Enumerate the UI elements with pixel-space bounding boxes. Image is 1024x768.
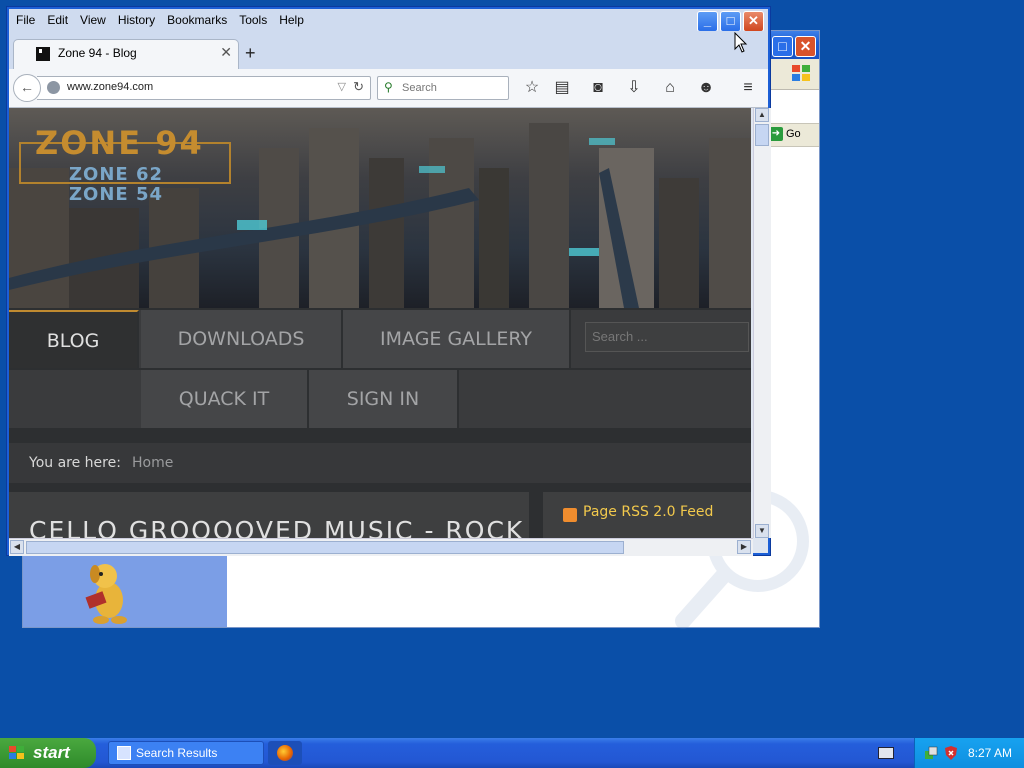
- start-button[interactable]: start: [0, 738, 96, 768]
- site-logo[interactable]: ZONE 94: [35, 124, 204, 162]
- scroll-left-arrow-icon[interactable]: ◀: [10, 540, 24, 554]
- scroll-down-arrow-icon[interactable]: ▼: [755, 524, 769, 538]
- horizontal-scroll-thumb[interactable]: [26, 541, 624, 554]
- windows-logo-icon: [792, 65, 810, 81]
- new-tab-button[interactable]: +: [245, 43, 256, 64]
- taskbar-item-label: Search Results: [136, 746, 218, 760]
- firefox-icon: [277, 745, 293, 761]
- tab-zone94-blog[interactable]: Zone 94 - Blog ✕: [13, 39, 239, 69]
- rss-icon: [563, 508, 577, 522]
- search-input[interactable]: ⚲ Search: [377, 76, 509, 100]
- close-button[interactable]: ✕: [743, 11, 764, 32]
- minimize-button[interactable]: _: [697, 11, 718, 32]
- search-engine-icon[interactable]: ⚲: [384, 80, 393, 94]
- mouse-cursor-icon: [734, 32, 748, 53]
- go-button[interactable]: ➜ Go: [769, 125, 819, 143]
- pocket-icon[interactable]: ◙: [587, 77, 609, 99]
- clock[interactable]: 8:27 AM: [968, 738, 1012, 768]
- reload-icon[interactable]: ↻: [353, 79, 364, 95]
- site-search-input[interactable]: Search ...: [585, 322, 749, 352]
- zone94-favicon-icon: [36, 47, 50, 61]
- menu-bar: File Edit View History Bookmarks Tools Help: [9, 9, 768, 31]
- site-identity-icon[interactable]: [47, 81, 60, 94]
- menu-help[interactable]: Help: [273, 9, 310, 31]
- scroll-right-arrow-icon[interactable]: ▶: [737, 540, 751, 554]
- menu-file[interactable]: File: [9, 9, 41, 31]
- menu-hamburger-icon[interactable]: ≡: [737, 77, 759, 99]
- downloads-icon[interactable]: ⇩: [623, 77, 645, 99]
- breadcrumb-label: You are here:: [29, 455, 121, 471]
- scroll-up-arrow-icon[interactable]: ▲: [755, 108, 769, 122]
- search-results-close-button[interactable]: ✕: [795, 36, 816, 57]
- logo-sub-zone54: ZONE 54: [69, 184, 164, 205]
- menu-edit[interactable]: Edit: [41, 9, 74, 31]
- rss-feed-link[interactable]: Page RSS 2.0 Feed: [583, 504, 713, 520]
- security-shield-icon[interactable]: [943, 745, 959, 761]
- menu-bookmarks[interactable]: Bookmarks: [161, 9, 233, 31]
- search-placeholder: Search: [402, 82, 437, 94]
- menu-history[interactable]: History: [112, 9, 161, 31]
- hello-icon[interactable]: ☻: [695, 77, 717, 99]
- search-dog-icon[interactable]: [71, 556, 141, 626]
- reading-list-icon[interactable]: ▤: [551, 77, 573, 99]
- tab-close-icon[interactable]: ✕: [220, 44, 232, 61]
- keyboard-language-icon[interactable]: [878, 747, 894, 759]
- url-bar[interactable]: www.zone94.com ▽ ↻: [37, 76, 371, 100]
- taskbar-firefox[interactable]: [268, 741, 302, 765]
- home-icon[interactable]: ⌂: [659, 77, 681, 99]
- firefox-window[interactable]: File Edit View History Bookmarks Tools Help _ □…: [6, 6, 771, 556]
- page-content: ZONE 94 ZONE 62 ZONE 54 BLOG DOWNLOADS I…: [9, 108, 751, 538]
- menu-tools[interactable]: Tools: [233, 9, 273, 31]
- article-panel: CELLO GROOOOVED MUSIC - ROCK: [9, 492, 529, 538]
- nav-downloads[interactable]: DOWNLOADS: [141, 310, 343, 368]
- logo-sub-zone62: ZONE 62: [69, 164, 164, 185]
- tab-strip: Zone 94 - Blog ✕ +: [9, 31, 768, 69]
- menu-view[interactable]: View: [74, 9, 112, 31]
- maximize-button[interactable]: □: [720, 11, 741, 32]
- network-icon[interactable]: [923, 745, 939, 761]
- article-title[interactable]: CELLO GROOOOVED MUSIC - ROCK: [29, 516, 524, 538]
- navigation-toolbar: www.zone94.com ▽ ↻ ← ⚲ Search ☆ ▤ ◙ ⇩ ⌂ …: [9, 69, 768, 108]
- vertical-scrollbar[interactable]: ▲ ▼: [753, 108, 771, 538]
- site-banner: ZONE 94 ZONE 62 ZONE 54: [9, 108, 751, 308]
- search-results-maximize-button[interactable]: □: [772, 36, 793, 57]
- nav-image-gallery[interactable]: IMAGE GALLERY: [343, 310, 571, 368]
- back-button[interactable]: ←: [13, 74, 41, 102]
- rss-panel: Page RSS 2.0 Feed: [543, 492, 751, 538]
- bookmark-star-icon[interactable]: ☆: [521, 77, 543, 99]
- vertical-scroll-thumb[interactable]: [755, 124, 769, 146]
- breadcrumb: You are here: Home: [9, 443, 751, 483]
- start-label: start: [33, 743, 70, 762]
- nav-sign-in[interactable]: SIGN IN: [309, 370, 459, 428]
- search-results-window-icon: [117, 746, 131, 760]
- nav-quack-it[interactable]: QUACK IT: [141, 370, 309, 428]
- breadcrumb-home-link[interactable]: Home: [132, 443, 173, 483]
- system-tray: 8:27 AM: [914, 738, 1024, 768]
- tab-label: Zone 94 - Blog: [58, 46, 137, 60]
- windows-flag-icon: [9, 746, 24, 759]
- taskbar-search-results[interactable]: Search Results: [108, 741, 264, 765]
- go-arrow-icon: ➜: [769, 127, 783, 142]
- horizontal-scrollbar[interactable]: ◀ ▶: [9, 538, 753, 556]
- taskbar: start Search Results 8:27 AM: [0, 738, 1024, 768]
- url-text[interactable]: www.zone94.com: [67, 81, 153, 93]
- site-nav-row-2: QUACK IT SIGN IN: [9, 370, 751, 428]
- url-dropdown-icon[interactable]: ▽: [338, 80, 346, 93]
- window-controls: _ □ ✕: [695, 11, 764, 32]
- nav-blog[interactable]: BLOG: [9, 310, 139, 368]
